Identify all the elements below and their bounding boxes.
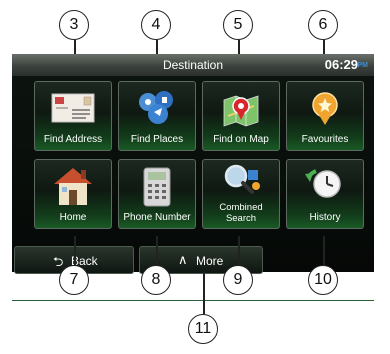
destination-screen: Destination 06:29 PM Find Address Find P… bbox=[12, 54, 374, 301]
screen-title: Destination bbox=[162, 58, 224, 72]
tile-label: Favourites bbox=[301, 134, 349, 145]
find-address-button[interactable]: Find Address bbox=[34, 81, 112, 151]
callout-9: 9 bbox=[223, 265, 253, 295]
find-on-map-button[interactable]: Find on Map bbox=[202, 81, 280, 151]
tile-label: History bbox=[309, 212, 341, 223]
envelope-icon bbox=[51, 93, 95, 123]
tile-label-line1: Combined bbox=[219, 202, 263, 213]
map-pin-icon bbox=[223, 95, 259, 127]
callout-3: 3 bbox=[59, 10, 89, 40]
phone-number-button[interactable]: Phone Number bbox=[118, 159, 196, 229]
callout-leader bbox=[323, 236, 325, 265]
callout-10: 10 bbox=[308, 265, 338, 295]
callout-5: 5 bbox=[223, 10, 253, 40]
tile-label: Combined Search bbox=[203, 202, 279, 224]
favourites-button[interactable]: Favourites bbox=[286, 81, 364, 151]
chevron-up-icon: ∧ bbox=[178, 252, 188, 267]
combined-search-button[interactable]: Combined Search bbox=[202, 159, 280, 229]
tile-label: Find Address bbox=[43, 134, 103, 145]
home-button[interactable]: Home bbox=[34, 159, 112, 229]
find-places-button[interactable]: Find Places bbox=[118, 81, 196, 151]
phone-icon bbox=[143, 167, 171, 207]
clock-arrow-icon bbox=[305, 169, 341, 198]
callout-leader bbox=[238, 236, 240, 265]
tile-label: Find on Map bbox=[213, 134, 269, 145]
tile-label: Home bbox=[59, 212, 87, 223]
title-bar: Destination 06:29 PM bbox=[12, 54, 374, 76]
clock-time: 06:29 bbox=[324, 57, 358, 72]
divider bbox=[12, 300, 374, 301]
clock-ampm: PM bbox=[357, 62, 369, 69]
favourite-star-icon bbox=[312, 92, 338, 125]
callout-leader bbox=[74, 236, 76, 265]
history-button[interactable]: History bbox=[286, 159, 364, 229]
places-icon bbox=[139, 91, 173, 124]
callout-leader bbox=[156, 236, 158, 265]
callout-11: 11 bbox=[188, 314, 218, 344]
tile-label: Find Places bbox=[130, 134, 184, 145]
callout-8: 8 bbox=[141, 265, 171, 295]
tile-label-line2: Search bbox=[225, 213, 257, 224]
callout-7: 7 bbox=[59, 265, 89, 295]
callout-6: 6 bbox=[308, 10, 338, 40]
tile-label: Phone Number bbox=[123, 212, 191, 223]
house-icon bbox=[54, 168, 92, 205]
callout-leader bbox=[203, 272, 205, 314]
callout-4: 4 bbox=[141, 10, 171, 40]
more-label: More bbox=[196, 254, 224, 268]
magnifier-icon bbox=[224, 164, 260, 194]
